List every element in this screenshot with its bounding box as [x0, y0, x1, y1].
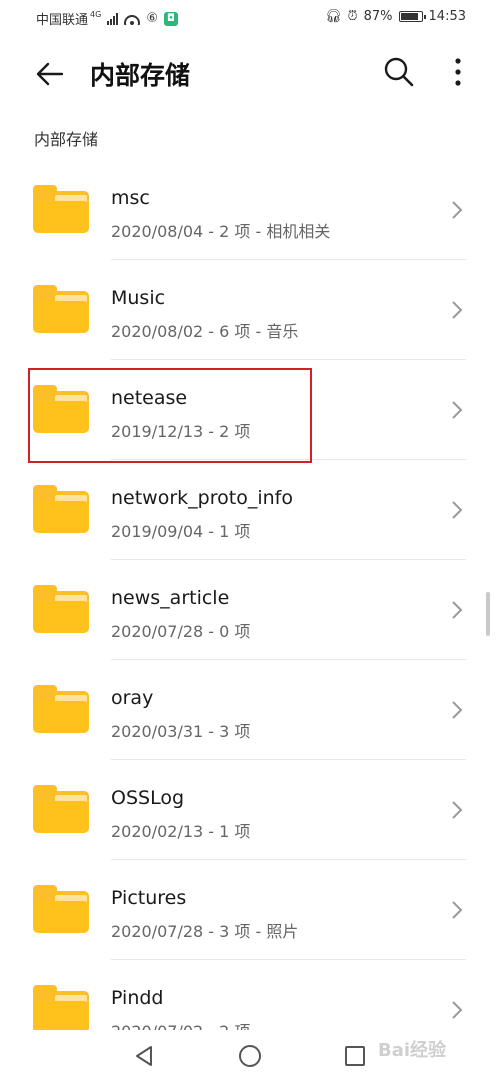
sync-icon: ⑥: [146, 11, 158, 26]
folder-name: Pictures: [111, 887, 187, 909]
chevron-right-icon: [452, 1001, 463, 1019]
back-arrow-icon[interactable]: [34, 58, 66, 90]
status-bar: 中国联通 4G ⑥ ◘ 🎧︎ ⏰︎ 87% 14:53: [0, 0, 500, 34]
folder-icon: [33, 285, 89, 333]
chevron-right-icon: [452, 701, 463, 719]
folder-meta: 2020/08/04 - 2 项 - 相机相关: [111, 222, 331, 241]
folder-icon: [33, 985, 89, 1033]
list-item[interactable]: news_article 2020/07/28 - 0 项: [0, 560, 500, 660]
folder-name: Music: [111, 287, 166, 309]
folder-name: msc: [111, 187, 150, 209]
folder-meta: 2020/03/31 - 3 项: [111, 722, 251, 741]
folder-icon: [33, 585, 89, 633]
chevron-right-icon: [452, 601, 463, 619]
folder-meta: 2020/07/28 - 3 项 - 照片: [111, 922, 299, 941]
folder-icon: [33, 185, 89, 233]
status-right: 🎧︎ ⏰︎ 87% 14:53: [325, 9, 466, 24]
list-item[interactable]: Pictures 2020/07/28 - 3 项 - 照片: [0, 860, 500, 960]
folder-icon: [33, 685, 89, 733]
folder-meta: 2020/02/13 - 1 项: [111, 822, 251, 841]
alarm-icon: ⏰︎: [347, 9, 358, 24]
chevron-right-icon: [452, 201, 463, 219]
wifi-icon: [124, 13, 141, 25]
folder-list: msc 2020/08/04 - 2 项 - 相机相关 Music 2020/0…: [0, 160, 500, 1060]
page-title: 内部存储: [90, 61, 191, 90]
folder-name: oray: [111, 687, 154, 709]
signal-icon: [107, 12, 119, 25]
folder-name: news_article: [111, 587, 230, 609]
breadcrumb[interactable]: 内部存储: [34, 126, 98, 150]
folder-meta: 2019/09/04 - 1 项: [111, 522, 251, 541]
list-item[interactable]: network_proto_info 2019/09/04 - 1 项: [0, 460, 500, 560]
folder-name: Pindd: [111, 987, 164, 1009]
battery-percent: 87%: [363, 9, 393, 24]
folder-meta: 2020/08/02 - 6 项 - 音乐: [111, 322, 299, 341]
headset-icon: 🎧︎: [324, 9, 342, 24]
folder-name: network_proto_info: [111, 487, 293, 509]
selection-highlight-box: [28, 368, 312, 463]
list-item[interactable]: msc 2020/08/04 - 2 项 - 相机相关: [0, 160, 500, 260]
list-item[interactable]: Music 2020/08/02 - 6 项 - 音乐: [0, 260, 500, 360]
search-icon[interactable]: [383, 56, 415, 88]
nav-recents-icon[interactable]: [345, 1046, 365, 1066]
app-bar: 内部存储: [0, 34, 500, 114]
battery-icon: [398, 11, 426, 22]
chevron-right-icon: [452, 801, 463, 819]
app-notification-icon: ◘: [163, 11, 178, 26]
list-item[interactable]: oray 2020/03/31 - 3 项: [0, 660, 500, 760]
chevron-right-icon: [452, 301, 463, 319]
network-type: 4G: [90, 10, 102, 19]
watermark: Bai经验: [378, 1040, 447, 1061]
folder-icon: [33, 885, 89, 933]
list-item[interactable]: OSSLog 2020/02/13 - 1 项: [0, 760, 500, 860]
folder-icon: [33, 485, 89, 533]
folder-icon: [33, 785, 89, 833]
chevron-right-icon: [452, 501, 463, 519]
scrollbar[interactable]: [486, 592, 490, 636]
nav-back-icon[interactable]: [133, 1045, 155, 1067]
carrier-label: 中国联通: [36, 13, 89, 28]
folder-meta: 2020/07/28 - 0 项: [111, 622, 251, 641]
chevron-right-icon: [452, 401, 463, 419]
nav-home-icon[interactable]: [239, 1045, 261, 1067]
more-options-icon[interactable]: [448, 56, 468, 90]
status-left: 中国联通 4G ⑥ ◘: [36, 9, 178, 28]
folder-name: OSSLog: [111, 787, 185, 809]
clock: 14:53: [428, 9, 466, 24]
chevron-right-icon: [452, 901, 463, 919]
